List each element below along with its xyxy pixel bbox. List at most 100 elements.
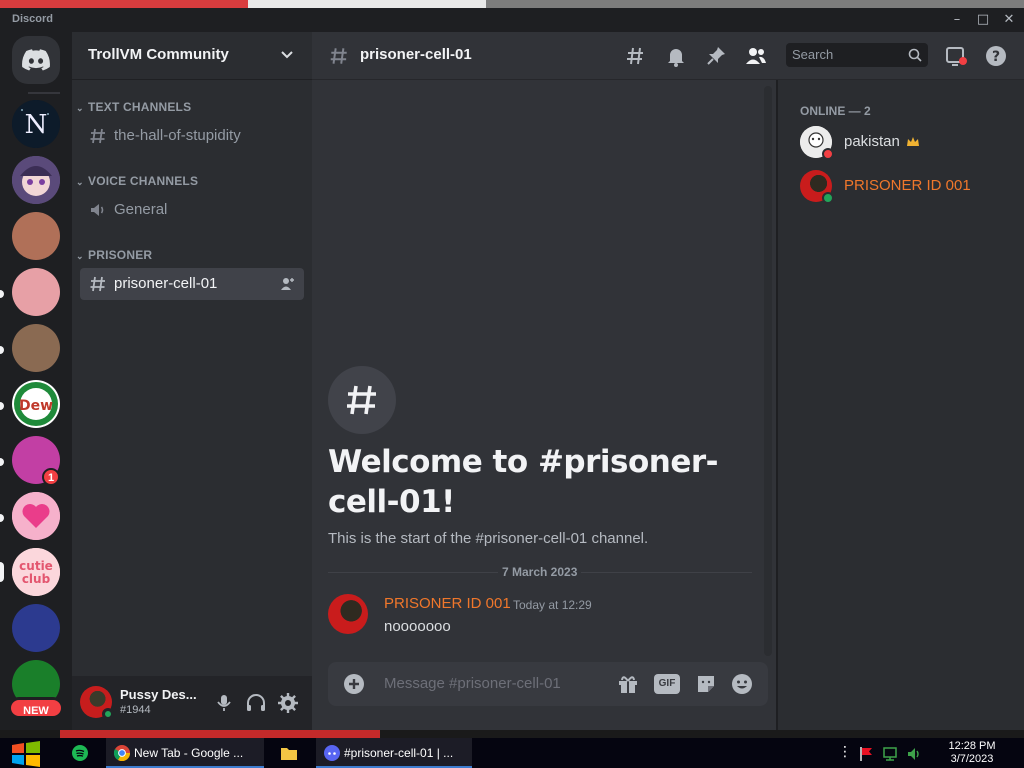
server-icon-cutie-club[interactable]: cutie club bbox=[12, 548, 60, 596]
search-placeholder: Search bbox=[792, 47, 834, 62]
server-icon-heart[interactable] bbox=[12, 492, 60, 540]
gift-icon[interactable] bbox=[616, 672, 640, 696]
windows-start-icon[interactable] bbox=[10, 741, 42, 767]
gif-button[interactable]: GIF bbox=[654, 674, 680, 694]
server-rail: N Dew 1 cutie club NEW bbox=[0, 32, 72, 730]
discord-icon bbox=[324, 745, 340, 761]
member-name: PRISONER ID 001 bbox=[844, 177, 971, 194]
user-name[interactable]: Pussy Des... bbox=[120, 687, 197, 702]
help-icon[interactable]: ? bbox=[984, 44, 1008, 68]
background-image-strip bbox=[0, 730, 1024, 738]
taskbar-item-label: #prisoner-cell-01 | ... bbox=[344, 746, 454, 760]
dnd-status-dot bbox=[822, 148, 834, 160]
speaker-icon bbox=[91, 204, 104, 216]
pin-icon[interactable] bbox=[704, 44, 728, 68]
channel-label: General bbox=[114, 201, 168, 218]
overflow-icon[interactable]: ⋮ bbox=[838, 744, 852, 760]
server-icon-pink[interactable] bbox=[12, 268, 60, 316]
search-input[interactable]: Search bbox=[786, 43, 928, 67]
server-icon-n[interactable]: N bbox=[12, 100, 60, 148]
discord-logo-icon bbox=[22, 49, 50, 71]
microphone-icon[interactable] bbox=[212, 691, 236, 715]
taskbar-item-chrome[interactable]: New Tab - Google ... bbox=[106, 738, 264, 768]
home-button[interactable] bbox=[12, 36, 60, 84]
server-icon-mtn-dew[interactable]: Dew bbox=[12, 380, 60, 428]
app-name: Discord bbox=[12, 13, 53, 25]
guild-header[interactable]: TrollVM Community bbox=[72, 32, 312, 80]
category-prisoner[interactable]: ⌄ PRISONER bbox=[76, 248, 152, 262]
online-status-dot bbox=[102, 708, 114, 720]
server-icon-blue[interactable] bbox=[12, 604, 60, 652]
network-icon[interactable] bbox=[882, 746, 898, 762]
title-bar: Discord – □ ✕ bbox=[0, 8, 1024, 32]
taskbar: New Tab - Google ... #prisoner-cell-01 |… bbox=[0, 738, 1024, 768]
unread-indicator bbox=[0, 290, 4, 298]
new-badge: NEW bbox=[8, 697, 64, 719]
chrome-icon bbox=[114, 745, 130, 761]
threads-icon[interactable] bbox=[624, 44, 648, 68]
folder-icon[interactable] bbox=[280, 745, 298, 761]
member-list: ONLINE — 2 pakistan PRISONER ID 001 bbox=[778, 80, 1024, 730]
member-list-icon[interactable] bbox=[744, 44, 768, 68]
welcome-title: Welcome to #prisoner-cell-01! bbox=[328, 444, 719, 520]
channel-sidebar: TrollVM Community ⌄ TEXT CHANNELS the-hal… bbox=[72, 32, 312, 730]
chat-header: prisoner-cell-01 Search ? bbox=[312, 32, 1024, 80]
crown-icon bbox=[907, 137, 919, 146]
channel-general-voice[interactable]: General bbox=[80, 194, 304, 226]
message-input[interactable]: Message #prisoner-cell-01 bbox=[384, 675, 561, 692]
gear-icon[interactable] bbox=[276, 691, 300, 715]
spotify-icon[interactable] bbox=[72, 745, 88, 761]
close-button[interactable]: ✕ bbox=[998, 10, 1020, 30]
date-divider-label: 7 March 2023 bbox=[498, 565, 582, 579]
chat-scrollbar[interactable] bbox=[764, 86, 772, 656]
add-member-icon[interactable] bbox=[280, 276, 296, 292]
chat-area: Welcome to #prisoner-cell-01! This is th… bbox=[312, 80, 776, 730]
mention-badge: 1 bbox=[42, 468, 60, 486]
member-item-prisoner-id-001[interactable]: PRISONER ID 001 bbox=[800, 166, 1020, 206]
category-voice-channels[interactable]: ⌄ VOICE CHANNELS bbox=[76, 174, 198, 188]
server-icon-photo[interactable] bbox=[12, 324, 60, 372]
svg-text:?: ? bbox=[992, 49, 1000, 65]
plus-icon[interactable] bbox=[344, 674, 364, 694]
taskbar-item-discord[interactable]: #prisoner-cell-01 | ... bbox=[316, 738, 472, 768]
channel-prisoner-cell-01[interactable]: prisoner-cell-01 bbox=[80, 268, 304, 300]
chevron-down-icon bbox=[281, 51, 293, 59]
channel-the-hall-of-stupidity[interactable]: the-hall-of-stupidity bbox=[80, 120, 304, 152]
svg-text:cutie: cutie bbox=[19, 559, 53, 573]
bell-icon[interactable] bbox=[664, 44, 688, 68]
svg-text:Dew: Dew bbox=[19, 398, 53, 414]
message-composer[interactable]: Message #prisoner-cell-01 GIF bbox=[328, 662, 768, 706]
hash-lock-icon bbox=[90, 276, 105, 292]
category-text-channels[interactable]: ⌄ TEXT CHANNELS bbox=[76, 100, 191, 114]
maximize-button[interactable]: □ bbox=[972, 10, 994, 30]
welcome-subtitle: This is the start of the #prisoner-cell-… bbox=[328, 530, 649, 547]
hash-icon bbox=[90, 128, 105, 144]
clock-time: 12:28 PM bbox=[948, 740, 996, 752]
unread-indicator bbox=[0, 346, 4, 354]
server-icon-anime[interactable] bbox=[12, 156, 60, 204]
message-timestamp: Today at 12:29 bbox=[513, 598, 592, 612]
server-icon-skin[interactable] bbox=[12, 212, 60, 260]
headphones-icon[interactable] bbox=[244, 691, 268, 715]
unread-indicator bbox=[0, 562, 4, 582]
sticker-icon[interactable] bbox=[694, 672, 718, 696]
emoji-icon[interactable] bbox=[730, 672, 754, 696]
message-author[interactable]: PRISONER ID 001 bbox=[384, 595, 511, 612]
member-item-pakistan[interactable]: pakistan bbox=[800, 122, 1020, 162]
avatar[interactable] bbox=[328, 594, 368, 634]
user-panel: Pussy Des... #1944 bbox=[72, 676, 312, 730]
clock[interactable]: 12:28 PM 3/7/2023 bbox=[942, 740, 1002, 766]
volume-icon[interactable] bbox=[906, 746, 922, 762]
channel-label: the-hall-of-stupidity bbox=[114, 127, 241, 144]
background-browser-strip bbox=[0, 0, 1024, 8]
unread-indicator bbox=[0, 514, 4, 522]
svg-text:club: club bbox=[22, 572, 51, 586]
flag-icon[interactable] bbox=[858, 746, 874, 762]
inbox-icon[interactable] bbox=[944, 44, 968, 68]
svg-text:N: N bbox=[25, 110, 48, 140]
rail-separator bbox=[28, 92, 60, 94]
member-category: ONLINE — 2 bbox=[800, 104, 871, 118]
hash-lock-icon bbox=[330, 48, 347, 64]
taskbar-item-label: New Tab - Google ... bbox=[134, 746, 244, 760]
minimize-button[interactable]: – bbox=[946, 10, 968, 30]
